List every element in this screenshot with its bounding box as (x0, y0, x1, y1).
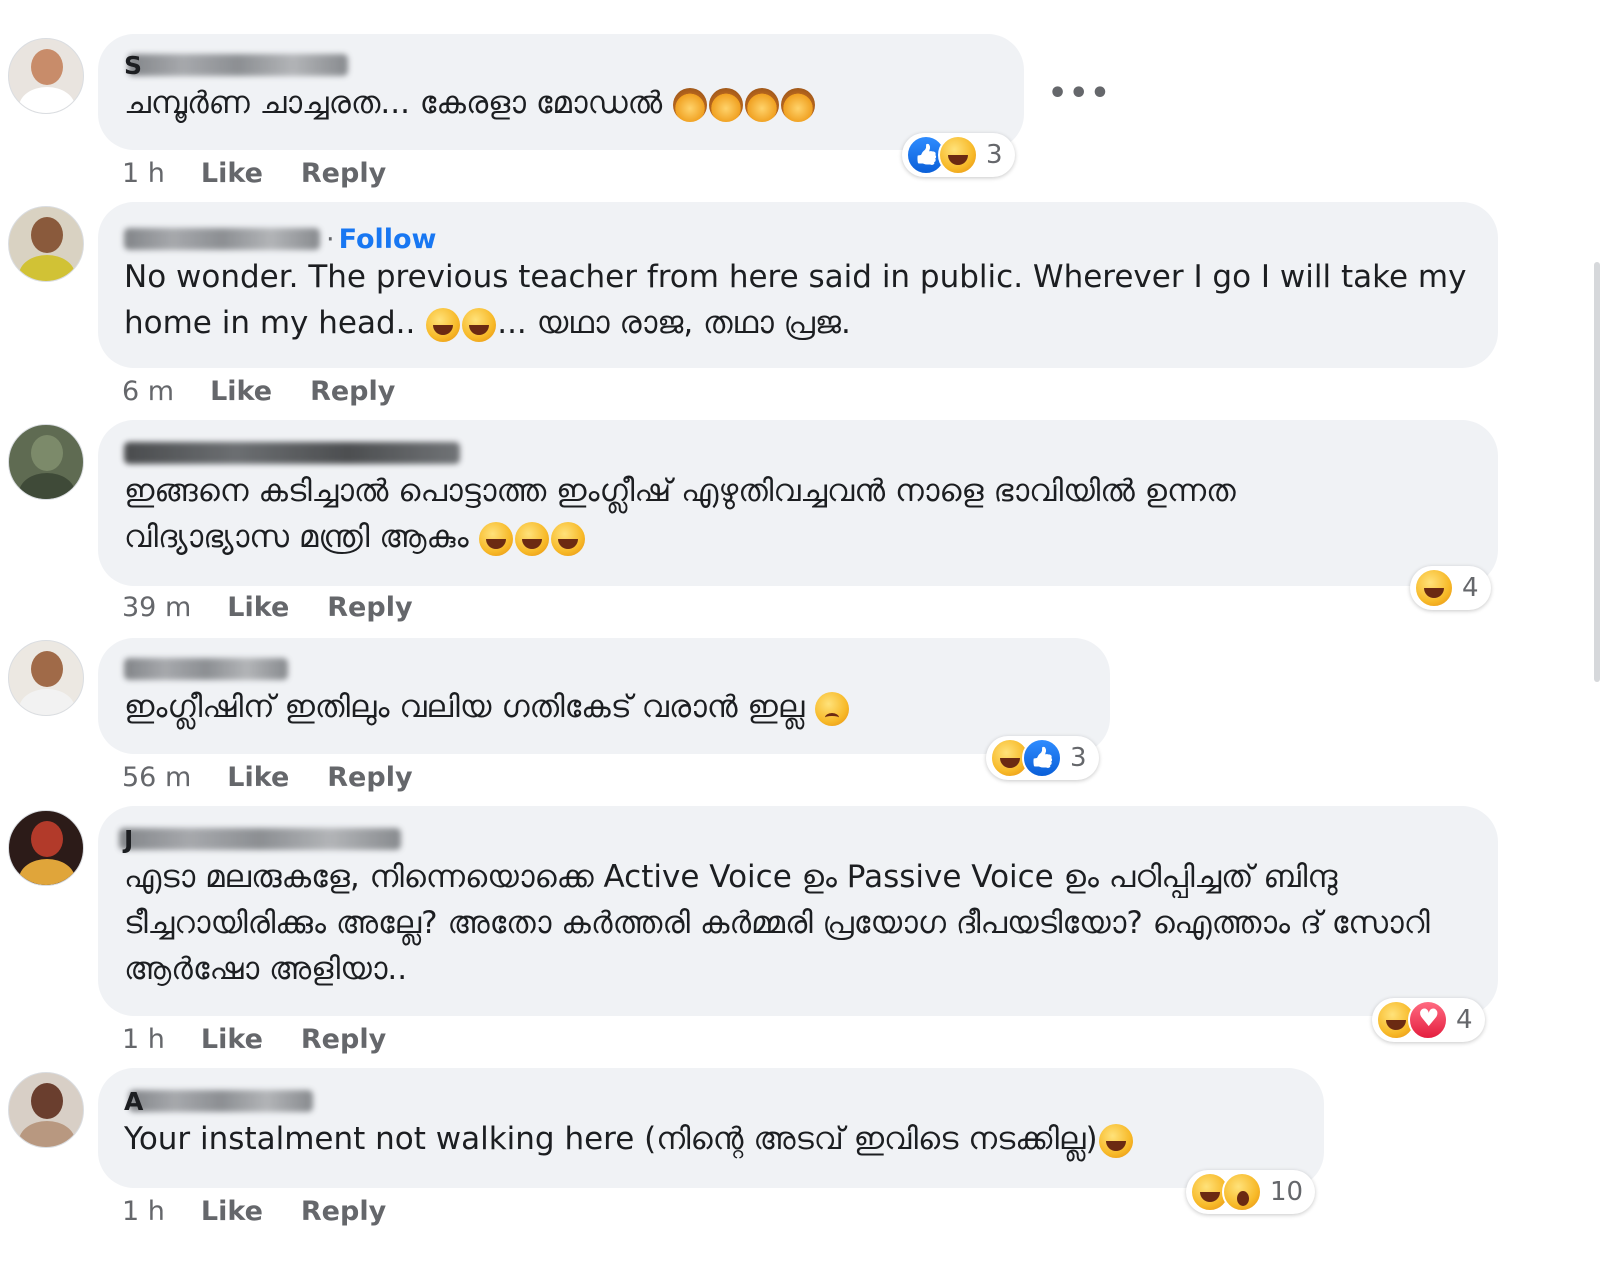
comment-actions: 56 m Like Reply (122, 762, 413, 793)
comment-actions: 1 h Like Reply (122, 158, 386, 189)
comment-text: No wonder. The previous teacher from her… (124, 254, 1472, 346)
commenter-name[interactable]: S (124, 50, 998, 80)
comment-timestamp[interactable]: 1 h (122, 1196, 165, 1227)
love-reaction-icon (1408, 1000, 1448, 1040)
person-emoji-icon (709, 87, 743, 122)
reaction-summary[interactable]: 4 (1372, 998, 1485, 1042)
like-button[interactable]: Like (201, 158, 263, 189)
blurred-name (124, 442, 460, 464)
reaction-count: 4 (1462, 573, 1479, 603)
comment-text: ഇംഗ്ലീഷിന് ഇതിലും വലിയ ഗതികേട് വരാൻ ഇല്ല (124, 684, 1084, 730)
comment-timestamp[interactable]: 56 m (122, 762, 191, 793)
comment-bubble: A Your instalment not walking here (നിന്… (98, 1068, 1324, 1188)
commenter-name[interactable]: A (124, 1086, 1298, 1116)
comment-bubble: J എടാ മലരുകളേ, നിന്നെയൊക്കെ Active Voice… (98, 806, 1498, 1016)
comment-bubble: · Follow No wonder. The previous teacher… (98, 202, 1498, 368)
reaction-count: 3 (986, 140, 1003, 170)
blurred-name (119, 828, 402, 850)
comment-text: ഇങ്ങനെ കടിച്ചാൽ പൊട്ടാത്ത ഇംഗ്ലീഷ് എഴുതി… (124, 468, 1284, 560)
commenter-name-initial: A (124, 1086, 144, 1116)
comment-text: ചമ്പൂർണ ചാച്ചരത... കേരളാ മോഡൽ (124, 80, 998, 126)
like-button[interactable]: Like (201, 1196, 263, 1227)
rofl-emoji-icon (479, 521, 514, 556)
person-emoji-icon (745, 87, 779, 122)
comment-text-body: എടാ മലരുകളേ, നിന്നെയൊക്കെ Active Voice ഉ… (124, 859, 1430, 987)
blurred-name[interactable] (124, 228, 320, 250)
reaction-count: 10 (1270, 1177, 1304, 1207)
blurred-name (128, 54, 349, 76)
blurred-name (129, 1090, 314, 1112)
comment-text: Your instalment not walking here (നിന്റെ… (124, 1116, 1298, 1162)
comment-actions: 6 m Like Reply (122, 376, 395, 407)
avatar[interactable] (8, 424, 84, 500)
avatar[interactable] (8, 810, 84, 886)
commenter-name-initial: J (124, 824, 134, 854)
blurred-name (124, 658, 288, 680)
commenter-name[interactable]: J (119, 824, 1472, 854)
comment-text-body: ചമ്പൂർണ ചാച്ചരത... കേരളാ മോഡൽ (124, 85, 663, 121)
reply-button[interactable]: Reply (310, 376, 395, 407)
reaction-summary[interactable]: 4 (1410, 566, 1491, 610)
reply-button[interactable]: Reply (327, 762, 412, 793)
laughing-emoji-icon (462, 307, 497, 342)
crying-emoji-icon (815, 691, 850, 726)
comment-actions: 1 h Like Reply (122, 1024, 386, 1055)
like-reaction-icon (1022, 738, 1062, 778)
avatar[interactable] (8, 1072, 84, 1148)
person-emoji-icon (673, 87, 707, 122)
reply-button[interactable]: Reply (301, 1196, 386, 1227)
scrollbar[interactable] (1594, 262, 1600, 682)
more-options-button[interactable]: ••• (1048, 76, 1112, 111)
comment-bubble: ഇംഗ്ലീഷിന് ഇതിലും വലിയ ഗതികേട് വരാൻ ഇല്ല (98, 638, 1110, 754)
comment-text-body: Your instalment not walking here (നിന്റെ… (124, 1121, 1098, 1157)
commenter-name-row: · Follow (124, 223, 1472, 255)
like-button[interactable]: Like (227, 762, 289, 793)
avatar[interactable] (8, 640, 84, 716)
like-button[interactable]: Like (201, 1024, 263, 1055)
reply-button[interactable]: Reply (301, 158, 386, 189)
avatar[interactable] (8, 38, 84, 114)
laughing-emoji-icon (1098, 1123, 1133, 1158)
comment-bubble: ഇങ്ങനെ കടിച്ചാൽ പൊട്ടാത്ത ഇംഗ്ലീഷ് എഴുതി… (98, 420, 1498, 586)
comment-text-body: ഇങ്ങനെ കടിച്ചാൽ പൊട്ടാത്ത ഇംഗ്ലീഷ് എഴുതി… (124, 473, 1236, 555)
wow-reaction-icon (1222, 1172, 1262, 1212)
follow-button[interactable]: Follow (339, 224, 437, 255)
comment-timestamp[interactable]: 6 m (122, 376, 174, 407)
reply-button[interactable]: Reply (327, 592, 412, 623)
rofl-emoji-icon (551, 521, 586, 556)
comment-actions: 39 m Like Reply (122, 592, 413, 623)
comment-timestamp[interactable]: 1 h (122, 158, 165, 189)
comment-bubble: S ചമ്പൂർണ ചാച്ചരത... കേരളാ മോഡൽ (98, 34, 1024, 150)
reaction-count: 4 (1456, 1005, 1473, 1035)
reaction-summary[interactable]: 3 (902, 133, 1015, 177)
reaction-summary[interactable]: 3 (986, 736, 1099, 780)
haha-reaction-icon (938, 135, 978, 175)
avatar[interactable] (8, 206, 84, 282)
like-button[interactable]: Like (227, 592, 289, 623)
comment-timestamp[interactable]: 39 m (122, 592, 191, 623)
comment-text: എടാ മലരുകളേ, നിന്നെയൊക്കെ Active Voice ഉ… (124, 854, 1434, 992)
commenter-name-initial: S (124, 50, 143, 80)
comment-text-body: ഇംഗ്ലീഷിന് ഇതിലും വലിയ ഗതികേട് വരാൻ ഇല്ല (124, 689, 805, 725)
separator-dot: · (326, 223, 335, 255)
haha-reaction-icon (1414, 568, 1454, 608)
comment-actions: 1 h Like Reply (122, 1196, 386, 1227)
comment-text-continued: ... യഥാ രാജ, തഥാ പ്രജ. (497, 305, 851, 341)
laughing-emoji-icon (426, 307, 461, 342)
comment-timestamp[interactable]: 1 h (122, 1024, 165, 1055)
like-button[interactable]: Like (210, 376, 272, 407)
reaction-count: 3 (1070, 743, 1087, 773)
commenter-name[interactable] (124, 438, 1472, 468)
person-emoji-icon (781, 87, 815, 122)
reply-button[interactable]: Reply (301, 1024, 386, 1055)
rofl-emoji-icon (515, 521, 550, 556)
reaction-summary[interactable]: 10 (1186, 1170, 1316, 1214)
commenter-name[interactable] (124, 654, 1084, 684)
